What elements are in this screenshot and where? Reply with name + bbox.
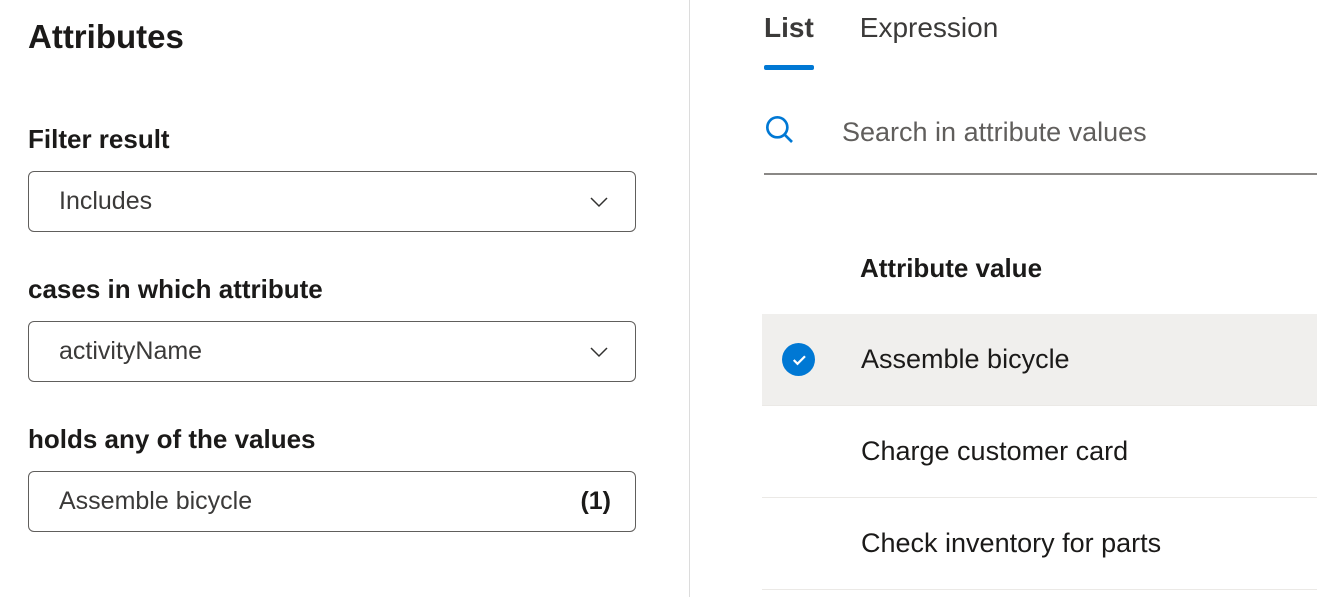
checkbox-icon bbox=[782, 435, 815, 468]
value-label: Check inventory for parts bbox=[861, 528, 1161, 559]
tab-expression[interactable]: Expression bbox=[860, 12, 999, 70]
chevron-down-icon bbox=[587, 340, 611, 364]
panel-title: Attributes bbox=[28, 18, 661, 56]
list-item[interactable]: Assemble bicycle bbox=[762, 314, 1317, 406]
filter-result-label: Filter result bbox=[28, 124, 661, 155]
values-value: Assemble bicycle bbox=[59, 487, 252, 516]
search-row bbox=[764, 114, 1317, 175]
values-panel: List Expression Attribute value Assemble… bbox=[690, 0, 1317, 597]
checkbox-icon bbox=[782, 527, 815, 560]
value-list: Assemble bicycle Charge customer card Ch… bbox=[762, 314, 1317, 590]
attributes-panel: Attributes Filter result Includes cases … bbox=[0, 0, 690, 597]
chevron-down-icon bbox=[587, 190, 611, 214]
values-label: holds any of the values bbox=[28, 424, 661, 455]
attribute-value: activityName bbox=[59, 337, 202, 366]
list-item[interactable]: Check inventory for parts bbox=[762, 498, 1317, 590]
filter-result-select[interactable]: Includes bbox=[28, 171, 636, 232]
tabs: List Expression bbox=[690, 12, 1317, 70]
values-group: holds any of the values Assemble bicycle… bbox=[28, 424, 661, 532]
values-select[interactable]: Assemble bicycle (1) bbox=[28, 471, 636, 532]
attribute-group: cases in which attribute activityName bbox=[28, 274, 661, 382]
attribute-value-header: Attribute value bbox=[690, 253, 1317, 284]
filter-result-group: Filter result Includes bbox=[28, 124, 661, 232]
value-label: Charge customer card bbox=[861, 436, 1128, 467]
value-label: Assemble bicycle bbox=[861, 344, 1070, 375]
values-count: (1) bbox=[580, 487, 611, 516]
filter-result-value: Includes bbox=[59, 187, 152, 216]
checkbox-icon bbox=[782, 343, 815, 376]
attribute-select[interactable]: activityName bbox=[28, 321, 636, 382]
tab-list[interactable]: List bbox=[764, 12, 814, 70]
main-container: Attributes Filter result Includes cases … bbox=[0, 0, 1317, 597]
attribute-label: cases in which attribute bbox=[28, 274, 661, 305]
search-input[interactable] bbox=[842, 117, 1317, 148]
search-icon bbox=[764, 114, 796, 151]
list-item[interactable]: Charge customer card bbox=[762, 406, 1317, 498]
